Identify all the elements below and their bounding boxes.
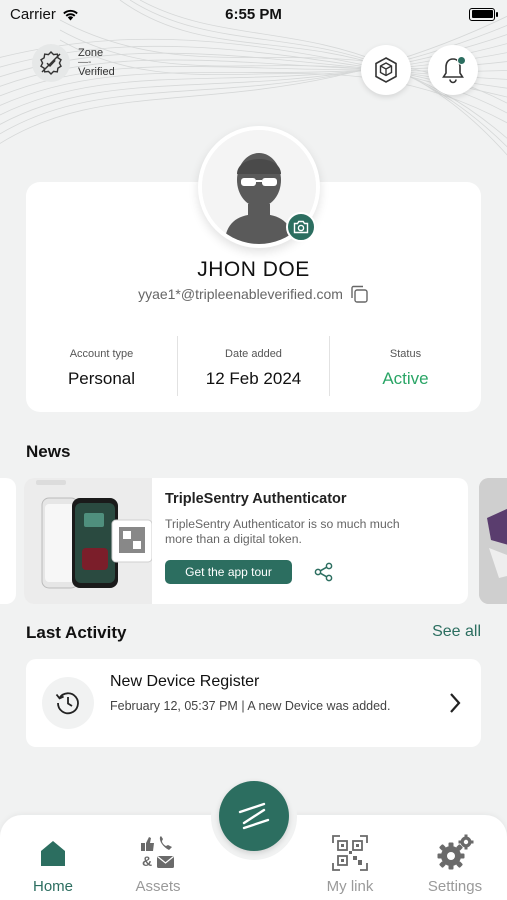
- email-row: yyae1*@tripleenableverified.com: [0, 284, 507, 304]
- zone-status: Verified: [78, 66, 115, 78]
- status-left: Carrier: [10, 6, 79, 23]
- account-type-label: Account type: [69, 348, 134, 360]
- phone-mockup-image: [36, 480, 153, 589]
- share-icon[interactable]: [313, 561, 335, 583]
- app-logo-icon: [238, 802, 270, 830]
- nav-settings[interactable]: Settings: [415, 815, 495, 895]
- nav-assets-label: Assets: [135, 878, 181, 895]
- wifi-icon: [63, 9, 78, 20]
- news-description: TripleSentry Authenticator is so much mu…: [165, 517, 400, 546]
- history-icon: [42, 677, 94, 729]
- news-card[interactable]: TripleSentry Authenticator TripleSentry …: [24, 478, 468, 604]
- status-value: Active: [382, 369, 429, 388]
- camera-icon: [293, 220, 309, 234]
- status-label: Status: [389, 348, 422, 360]
- nav-settings-label: Settings: [427, 878, 483, 895]
- nav-my-link[interactable]: My link: [310, 815, 390, 895]
- cube-button[interactable]: [361, 45, 411, 95]
- profile-email: yyae1*@tripleenableverified.com: [138, 286, 343, 302]
- copy-icon[interactable]: [349, 284, 369, 304]
- avatar-wrap: [198, 126, 320, 248]
- carrier-label: Carrier: [10, 5, 56, 23]
- account-type-value: Personal: [67, 369, 136, 388]
- see-all-link[interactable]: See all: [432, 623, 481, 641]
- profile-name: JHON DOE: [197, 258, 310, 281]
- account-type-col: Account type Personal: [26, 336, 177, 396]
- center-action-button[interactable]: [219, 781, 289, 851]
- notification-dot: [457, 56, 466, 65]
- cube-icon: [375, 57, 397, 83]
- zone-text-group: Zone —- Verified: [78, 48, 115, 78]
- nav-assets[interactable]: & Assets: [118, 815, 198, 895]
- nav-home[interactable]: Home: [13, 815, 93, 895]
- news-card-previous[interactable]: [0, 478, 16, 604]
- activity-title: New Device Register: [110, 673, 260, 690]
- news-card-next[interactable]: [479, 478, 507, 604]
- news-next-image: [479, 478, 507, 604]
- last-activity-heading: Last Activity: [26, 623, 127, 642]
- date-added-col: Date added 12 Feb 2024: [177, 336, 329, 396]
- activity-subtitle: February 12, 05:37 PM | A new Device was…: [110, 699, 391, 713]
- status-col: Status Active: [329, 336, 481, 396]
- assets-icon: &: [118, 833, 198, 873]
- date-added-label: Date added: [225, 348, 282, 360]
- svg-text:&: &: [142, 853, 152, 869]
- status-bar: Carrier 6:55 PM: [0, 0, 507, 28]
- notifications-button[interactable]: [428, 45, 478, 95]
- settings-icon: [415, 833, 495, 873]
- battery-icon: [469, 7, 498, 21]
- verified-badge-icon: [32, 44, 70, 82]
- news-image: [24, 478, 153, 604]
- nav-my-link-label: My link: [326, 878, 374, 895]
- home-icon: [13, 833, 93, 873]
- qr-code-icon: [310, 833, 390, 873]
- news-title: TripleSentry Authenticator: [165, 491, 347, 507]
- activity-item[interactable]: New Device Register February 12, 05:37 P…: [26, 659, 481, 747]
- zone-verified[interactable]: Zone —- Verified: [32, 44, 115, 82]
- get-app-tour-button[interactable]: Get the app tour: [165, 560, 292, 584]
- nav-home-label: Home: [32, 878, 73, 895]
- chevron-right-icon: [450, 693, 461, 713]
- account-info-row: Account type Personal Date added 12 Feb …: [26, 336, 481, 396]
- news-heading: News: [26, 442, 71, 461]
- change-photo-button[interactable]: [286, 212, 316, 242]
- date-added-value: 12 Feb 2024: [205, 369, 302, 388]
